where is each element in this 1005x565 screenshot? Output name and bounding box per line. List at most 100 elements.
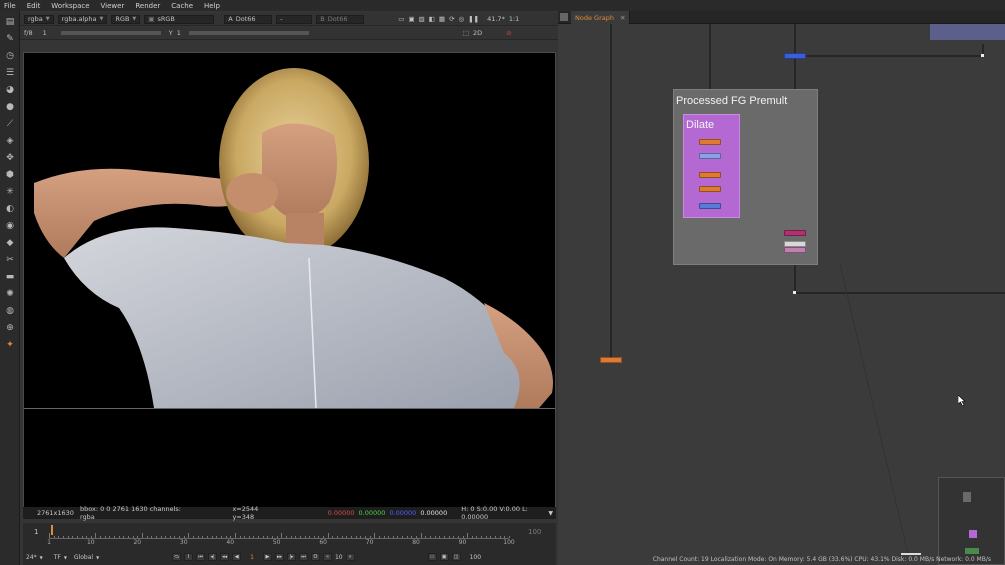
current-frame[interactable]: 1 <box>250 554 254 561</box>
timeline-end[interactable]: 100 <box>528 528 541 536</box>
dilate-node-3[interactable] <box>699 172 721 178</box>
step-value[interactable]: 10 <box>335 554 343 561</box>
colorspace-select[interactable]: ▣ sRGB <box>144 14 215 24</box>
backdrop-processed-fg-premult[interactable]: Processed FG Premult Dilate <box>673 89 818 265</box>
3d-icon[interactable]: ⬢ <box>4 169 16 181</box>
dilate-node-4[interactable] <box>699 186 721 192</box>
particles-icon[interactable]: ✳ <box>4 186 16 198</box>
node-graph-canvas[interactable]: Processed FG Premult Dilate <box>558 24 1005 565</box>
composite-select[interactable]: - <box>276 14 313 24</box>
in-point-icon[interactable]: I <box>184 553 194 561</box>
menu-workspace[interactable]: Workspace <box>51 2 89 10</box>
nuke-icon[interactable]: ✦ <box>4 339 16 351</box>
roi-icon[interactable]: ▭ <box>398 15 404 23</box>
draw-icon[interactable]: ✎ <box>4 33 16 45</box>
channel-icon[interactable]: ☰ <box>4 67 16 79</box>
ocio-icon[interactable]: ◍ <box>4 305 16 317</box>
play-forward-icon[interactable]: ▶ <box>262 553 272 561</box>
panel-menu-icon[interactable] <box>560 13 568 21</box>
node-graph-minimap[interactable] <box>938 477 1005 565</box>
step-forward-icon[interactable]: ▸▸ <box>274 553 284 561</box>
pause-icon[interactable]: ❚❚ <box>468 15 479 23</box>
menu-cache[interactable]: Cache <box>171 2 193 10</box>
fps-select[interactable]: 24* <box>26 554 37 561</box>
last-frame-icon[interactable]: ⏭ <box>298 553 308 561</box>
first-frame-icon[interactable]: ⏮ <box>196 553 206 561</box>
flipbook-icon[interactable]: ▣ <box>439 553 449 561</box>
zoom-value[interactable]: 41.7* <box>487 15 505 23</box>
menu-help[interactable]: Help <box>204 2 220 10</box>
backdrop-dilate[interactable]: Dilate <box>683 114 740 218</box>
viewer-icon[interactable]: ▤ <box>4 16 16 28</box>
furnace-icon[interactable]: ✺ <box>4 288 16 300</box>
metadata-icon[interactable]: ◆ <box>4 237 16 249</box>
dilate-node-1[interactable] <box>699 139 721 145</box>
menu-viewer[interactable]: Viewer <box>101 2 125 10</box>
gamma-value[interactable]: 1 <box>177 29 181 37</box>
menu-render[interactable]: Render <box>135 2 160 10</box>
gain-slider[interactable] <box>60 31 161 35</box>
dilate-node-2[interactable] <box>699 153 721 159</box>
loop-mode-icon[interactable]: ▭ <box>427 553 437 561</box>
toolsets-icon[interactable]: ✂ <box>4 254 16 266</box>
other-icon[interactable]: ▬ <box>4 271 16 283</box>
deep-icon[interactable]: ◐ <box>4 203 16 215</box>
keyer-icon[interactable]: ⟋ <box>4 118 16 130</box>
refresh-icon[interactable]: ⟳ <box>449 15 454 23</box>
view-mode-value[interactable]: 2D <box>473 29 482 37</box>
snapshot-icon[interactable]: ◎ <box>459 15 465 23</box>
channel-select[interactable]: rgba.alpha ▼ <box>57 14 108 24</box>
close-icon[interactable]: ✕ <box>620 14 625 22</box>
zebra-icon[interactable]: ▨ <box>419 15 425 23</box>
play-reverse-icon[interactable]: ◀ <box>232 553 242 561</box>
timeline-start[interactable]: 1 <box>34 528 38 536</box>
premult-node[interactable] <box>784 230 806 236</box>
roi-icon[interactable]: ⬚ <box>463 29 469 37</box>
merge-icon[interactable]: ◈ <box>4 135 16 147</box>
guides-icon[interactable]: ▦ <box>439 15 445 23</box>
skip-back-icon[interactable]: « <box>322 553 332 561</box>
playhead[interactable] <box>51 525 53 535</box>
top-node[interactable] <box>930 24 1005 40</box>
prev-keyframe-icon[interactable]: ◂| <box>208 553 218 561</box>
input-b-select[interactable]: B Dot66 <box>316 14 365 24</box>
views-icon[interactable]: ◉ <box>4 220 16 232</box>
clip-icon[interactable]: ▣ <box>408 15 414 23</box>
tf-select[interactable]: TF <box>54 554 61 561</box>
input-a-select[interactable]: A Dot66 <box>224 14 273 24</box>
fstop-value[interactable]: f/8 <box>24 29 33 37</box>
gamma-slider[interactable] <box>188 31 309 35</box>
menu-edit[interactable]: Edit <box>27 2 41 10</box>
ocio-settings-icon[interactable]: ⊕ <box>4 322 16 334</box>
timeline-tick <box>253 536 255 538</box>
cache-icon[interactable]: ◫ <box>451 553 461 561</box>
layer-select[interactable]: rgba ▼ <box>24 14 54 24</box>
shuffle-node[interactable] <box>784 247 806 253</box>
dilate-node-5[interactable] <box>699 203 721 209</box>
info-dropdown-icon[interactable]: ▼ <box>548 510 553 517</box>
display-select[interactable]: RGB ▼ <box>111 14 141 24</box>
out-point-icon[interactable]: O <box>310 553 320 561</box>
menu-file[interactable]: File <box>4 2 16 10</box>
scope-select[interactable]: Global <box>74 554 93 561</box>
stop-icon[interactable]: ⊘ <box>506 29 511 37</box>
filter-icon[interactable]: ● <box>4 101 16 113</box>
timeline-ruler[interactable]: 1 10 20 30 40 50 60 70 80 90 100 <box>47 527 515 546</box>
ratio-value[interactable]: 1:1 <box>509 15 519 23</box>
audio-icon[interactable]: ⤼ <box>172 553 182 561</box>
transform-icon[interactable]: ✥ <box>4 152 16 164</box>
minimap-scrollbar[interactable] <box>901 553 921 555</box>
time-icon[interactable]: ◷ <box>4 50 16 62</box>
tab-node-graph[interactable]: Node Graph ✕ <box>571 11 631 24</box>
skip-forward-icon[interactable]: » <box>345 553 355 561</box>
next-keyframe-icon[interactable]: |▸ <box>286 553 296 561</box>
blue-node-top[interactable] <box>784 53 806 59</box>
frame-value[interactable]: 1 <box>43 29 47 37</box>
viewer-canvas[interactable] <box>23 52 556 519</box>
step-back-icon[interactable]: ◂◂ <box>220 553 230 561</box>
wipe-icon[interactable]: ◧ <box>429 15 435 23</box>
color-icon[interactable]: ◕ <box>4 84 16 96</box>
timeline-tick <box>397 536 399 538</box>
out-frame[interactable]: 100 <box>470 554 481 561</box>
orange-node-bottom[interactable] <box>600 357 622 363</box>
